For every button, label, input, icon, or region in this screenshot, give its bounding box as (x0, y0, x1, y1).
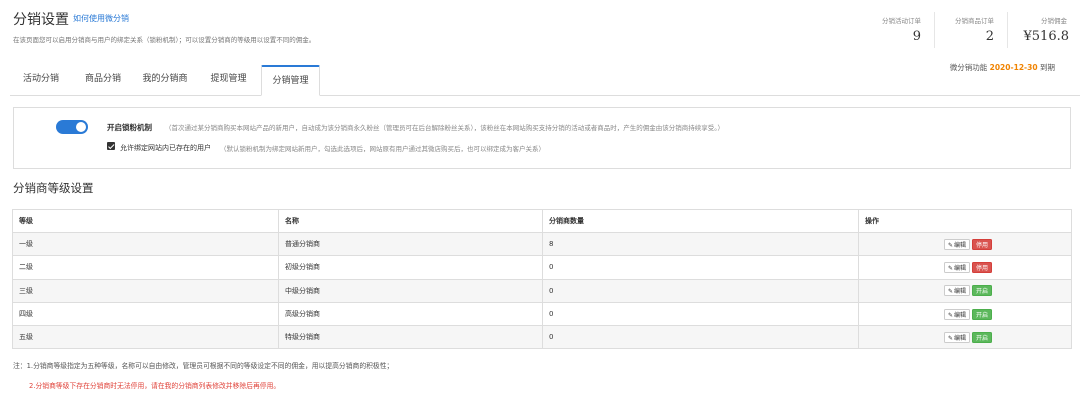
edit-button[interactable]: ✎编辑 (943, 261, 970, 273)
stat-value: 2 (985, 29, 994, 44)
cell-actions: ✎编辑 停用 (858, 231, 1072, 257)
cell-name: 普通分销商 (278, 231, 543, 257)
column-header-actions: 操作 (858, 209, 1072, 233)
tab-distribution-management[interactable]: 分销管理 (261, 65, 320, 96)
note-line-1: 注：1.分销商等级指定为五种等级，名称可以自由修改，管理员可根据不同的等级设定不… (13, 362, 394, 370)
page-description: 在该页面您可以启用分销商与用户的绑定关系（锁粉机制）；可以设置分销商的等级用以设… (13, 36, 316, 44)
column-header-name: 名称 (278, 209, 543, 233)
stat-activity-orders: 分销活动订单 9 (859, 12, 934, 48)
stat-value: 9 (912, 29, 921, 44)
table-row: 五级 特级分销商 0 ✎编辑 开启 (12, 325, 1072, 350)
cell-actions: ✎编辑 停用 (858, 255, 1072, 280)
column-header-level: 等级 (12, 209, 279, 233)
pencil-icon: ✎ (947, 288, 953, 296)
table-row: 三级 中级分销商 0 ✎编辑 开启 (12, 278, 1072, 303)
help-link[interactable]: 如何使用微分销 (73, 13, 129, 24)
disable-button[interactable]: 停用 (971, 261, 992, 273)
table-header-row: 等级 名称 分销商数量 操作 (12, 209, 1072, 233)
cell-count: 0 (542, 301, 859, 327)
pencil-icon: ✎ (947, 311, 953, 319)
table-row: 四级 高级分销商 0 ✎编辑 开启 (12, 301, 1072, 327)
tab-withdraw-management[interactable]: 提现管理 (196, 65, 261, 96)
edit-button-label: 编辑 (953, 288, 966, 296)
edit-button-label: 编辑 (953, 241, 966, 249)
column-header-count: 分销商数量 (542, 209, 859, 233)
pencil-icon: ✎ (947, 334, 953, 342)
disable-button[interactable]: 停用 (971, 238, 992, 250)
pencil-icon: ✎ (947, 241, 953, 249)
edit-button[interactable]: ✎编辑 (943, 285, 970, 297)
edit-button[interactable]: ✎编辑 (943, 238, 970, 250)
edit-button[interactable]: ✎编辑 (943, 331, 970, 343)
enable-button[interactable]: 开启 (971, 285, 992, 297)
pencil-icon: ✎ (947, 264, 953, 272)
table-row: 一级 普通分销商 8 ✎编辑 停用 (12, 231, 1072, 257)
edit-button-label: 编辑 (953, 264, 966, 272)
cell-actions: ✎编辑 开启 (858, 278, 1072, 303)
allow-existing-note: （默认锁粉机制为绑定网站新用户，勾选此选项后，网站原有用户通过其微店购买后，也可… (220, 145, 545, 153)
allow-existing-checkbox[interactable] (107, 142, 115, 150)
stat-value: ¥516.8 (1023, 29, 1070, 44)
enable-button[interactable]: 开启 (971, 308, 992, 320)
allow-existing-label[interactable]: 允许绑定网站内已存在的用户 (120, 143, 211, 153)
cell-level: 五级 (12, 325, 279, 350)
cell-name: 初级分销商 (278, 255, 543, 280)
note-line-2: 2.分销商等级下存在分销商时无法停用，请在我的分销商列表修改并移除后再停用。 (29, 382, 281, 390)
cell-name: 特级分销商 (278, 325, 543, 350)
cell-count: 0 (542, 278, 859, 303)
cell-name: 中级分销商 (278, 278, 543, 303)
levels-table: 等级 名称 分销商数量 操作 一级 普通分销商 8 ✎编辑 停用 二级 初级分销商… (12, 209, 1072, 350)
toggle-knob (76, 122, 86, 132)
tab-bar: 活动分销 商品分销 我的分销商 提现管理 分销管理 (10, 65, 1080, 96)
cell-actions: ✎编辑 开启 (858, 325, 1072, 350)
stat-label: 分销活动订单 (882, 17, 921, 25)
stat-commission: 分销佣金 ¥516.8 (1007, 12, 1080, 48)
lock-fans-note: （首次通过某分销商购买本网站产品的新用户，自动成为该分销商永久粉丝（管理员可在后… (165, 124, 724, 132)
lock-fans-label: 开启锁粉机制 (107, 123, 152, 132)
table-row: 二级 初级分销商 0 ✎编辑 停用 (12, 255, 1072, 280)
cell-name: 高级分销商 (278, 301, 543, 327)
tab-activity-distribution[interactable]: 活动分销 (10, 65, 72, 96)
stat-label: 分销商品订单 (955, 17, 994, 25)
cell-level: 一级 (12, 231, 279, 257)
page-header: 分销设置 如何使用微分销 在该页面您可以启用分销商与用户的绑定关系（锁粉机制）；… (0, 0, 1080, 60)
cell-count: 0 (542, 255, 859, 280)
stats-panel: 分销活动订单 9 分销商品订单 2 分销佣金 ¥516.8 (859, 12, 1080, 48)
cell-count: 0 (542, 325, 859, 350)
lock-fans-toggle[interactable] (56, 120, 88, 134)
stat-label: 分销佣金 (1041, 17, 1067, 25)
cell-level: 四级 (12, 301, 279, 327)
cell-actions: ✎编辑 开启 (858, 301, 1072, 327)
edit-button-label: 编辑 (953, 334, 966, 342)
enable-button[interactable]: 开启 (971, 331, 992, 343)
stat-product-orders: 分销商品订单 2 (934, 12, 1007, 48)
tab-product-distribution[interactable]: 商品分销 (72, 65, 134, 96)
edit-button-label: 编辑 (953, 311, 966, 319)
cell-level: 三级 (12, 278, 279, 303)
cell-count: 8 (542, 231, 859, 257)
page-title: 分销设置 (13, 12, 69, 28)
tab-my-distributors[interactable]: 我的分销商 (134, 65, 196, 96)
settings-box: 开启锁粉机制 （首次通过某分销商购买本网站产品的新用户，自动成为该分销商永久粉丝… (13, 107, 1071, 169)
edit-button[interactable]: ✎编辑 (943, 308, 970, 320)
levels-section-title: 分销商等级设置 (13, 181, 94, 195)
cell-level: 二级 (12, 255, 279, 280)
